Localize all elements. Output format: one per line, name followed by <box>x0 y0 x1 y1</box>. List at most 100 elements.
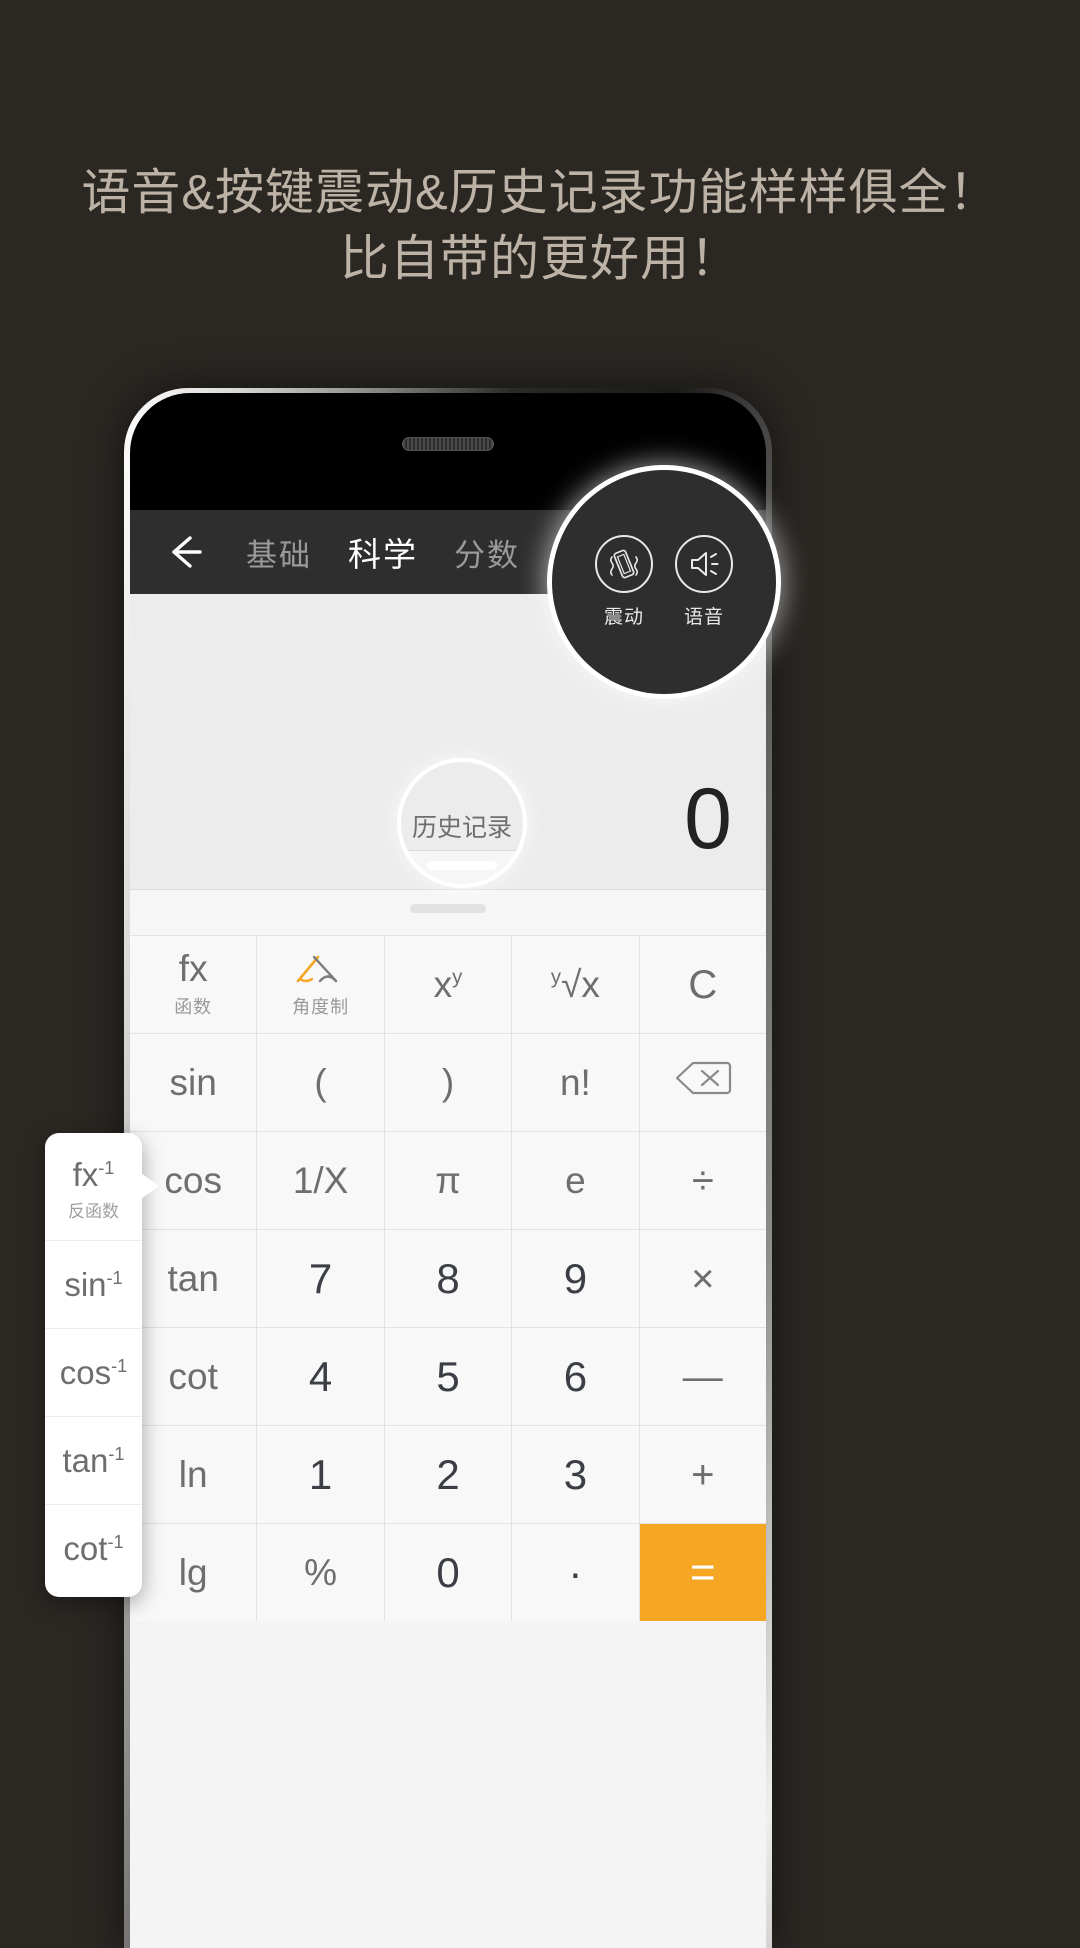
key-label: sin <box>169 1062 217 1103</box>
key-cot-r4c0[interactable]: cot <box>130 1328 257 1425</box>
inverse-item-label: sin-1 <box>64 1265 123 1303</box>
vibrate-label: 震动 <box>603 607 644 628</box>
key-5-r4c2[interactable]: 5 <box>384 1328 512 1425</box>
history-drag-strip[interactable] <box>130 890 766 936</box>
panel-pointer-icon <box>141 1173 159 1199</box>
inverse-item-label: tan-1 <box>62 1441 125 1479</box>
earpiece-icon <box>402 437 494 451</box>
key-sym-r3c4[interactable]: × <box>639 1230 766 1327</box>
key-sym-r5c4[interactable]: + <box>639 1426 766 1523</box>
key-label: tan <box>167 1258 219 1299</box>
key-9-r3c3[interactable]: 9 <box>512 1230 639 1327</box>
key-label: 9 <box>563 1254 588 1302</box>
key-label: 5 <box>436 1352 460 1400</box>
key-label: — <box>682 1354 723 1399</box>
key-fx-r0c0[interactable]: fx 函数 <box>130 936 257 1033</box>
history-spotlight[interactable]: 历史记录 <box>401 762 523 884</box>
app-screen: 基础 科学 分数 0 fx 函数 角度制 xy y√x Csin () n! cos 1/X π e ÷… <box>130 510 766 1948</box>
headline-line-2: 比自带的更好用！ <box>339 232 740 287</box>
tab-basic[interactable]: 基础 <box>246 530 312 575</box>
voice-tool[interactable]: 语音 <box>675 535 733 629</box>
key-sym-r1c1[interactable]: ( <box>257 1034 384 1131</box>
inverse-item-tan[interactable]: tan-1 <box>45 1417 142 1505</box>
key-label: ln <box>178 1454 208 1495</box>
key-e-r2c3[interactable]: e <box>512 1132 639 1229</box>
key-%-r6c1[interactable]: % <box>257 1524 384 1621</box>
key-sin-r1c0[interactable]: sin <box>130 1034 257 1131</box>
key-sym-r0c1[interactable]: 角度制 <box>257 936 384 1033</box>
tab-fraction[interactable]: 分数 <box>454 530 520 575</box>
key-label: xy <box>433 964 463 1005</box>
history-drag-handle-icon[interactable] <box>427 861 497 870</box>
toolbar-spotlight: 震动 语音 <box>552 470 776 694</box>
key-sym-r6c4[interactable]: = <box>639 1524 766 1621</box>
key-label: 1/X <box>292 1160 349 1201</box>
inverse-item-sin[interactable]: sin-1 <box>45 1241 142 1329</box>
voice-label: 语音 <box>683 607 724 628</box>
key-label: π <box>435 1160 461 1201</box>
key-label: cot <box>168 1356 218 1397</box>
key-c-r0c4[interactable]: C <box>639 936 766 1033</box>
key-label: 3 <box>563 1450 588 1498</box>
key-sublabel: 角度制 <box>292 996 350 1017</box>
key-label: C <box>688 962 718 1007</box>
key-sym-r2c4[interactable]: ÷ <box>639 1132 766 1229</box>
key-8-r3c2[interactable]: 8 <box>384 1230 512 1327</box>
promo-headline: 语音&按键震动&历史记录功能样样俱全！ 比自带的更好用！ <box>0 160 1080 292</box>
inverse-item-sublabel: 反函数 <box>68 1201 119 1221</box>
key-label: lg <box>178 1552 208 1593</box>
drag-handle-icon[interactable] <box>410 904 486 913</box>
inverse-item-label: cot-1 <box>63 1530 124 1567</box>
key-label: 6 <box>563 1352 588 1400</box>
key-label: ( <box>314 1062 327 1103</box>
key-tan-r3c0[interactable]: tan <box>130 1230 257 1327</box>
key-label: e <box>565 1160 586 1201</box>
inverse-item-fx[interactable]: fx-1 反函数 <box>45 1137 142 1241</box>
calculator-keypad: fx 函数 角度制 xy y√x Csin () n! cos 1/X π e ÷ tan 7 8 9 × cot 4… <box>130 936 766 1621</box>
key-label: 7 <box>308 1254 333 1302</box>
key-x-r0c3[interactable]: y√x <box>512 936 639 1033</box>
key-label: ) <box>441 1062 455 1103</box>
key-label: 8 <box>436 1254 460 1302</box>
key-backspaceicon-r1c4[interactable] <box>639 1034 766 1131</box>
key-sym-r4c4[interactable]: — <box>639 1328 766 1425</box>
key-label: + <box>691 1452 715 1497</box>
inverse-function-panel[interactable]: fx-1 反函数 sin-1 cos-1 tan-1 cot-1 <box>45 1133 159 1597</box>
key-lg-r6c0[interactable]: lg <box>130 1524 257 1621</box>
key-label: cos <box>164 1160 222 1201</box>
vibrate-icon[interactable] <box>595 535 653 593</box>
key-2-r5c2[interactable]: 2 <box>384 1426 512 1523</box>
back-arrow-icon[interactable] <box>160 527 210 577</box>
key-label: n! <box>559 1062 591 1103</box>
inverse-item-label: cos-1 <box>59 1353 128 1391</box>
inverse-item-cot[interactable]: cot-1 <box>45 1505 142 1593</box>
key-x-r0c2[interactable]: xy <box>384 936 512 1033</box>
key-sublabel: 函数 <box>174 997 213 1017</box>
key-label: · <box>568 1548 583 1596</box>
key-1x-r2c1[interactable]: 1/X <box>257 1132 384 1229</box>
key-sym-r2c2[interactable]: π <box>384 1132 512 1229</box>
angle-mode-icon <box>292 951 350 987</box>
key-label: fx <box>178 948 208 989</box>
key-1-r5c1[interactable]: 1 <box>257 1426 384 1523</box>
key-sym-r6c3[interactable]: · <box>512 1524 639 1621</box>
key-label: 2 <box>436 1450 460 1498</box>
backspace-icon <box>674 1058 732 1107</box>
inverse-item-cos[interactable]: cos-1 <box>45 1329 142 1417</box>
key-sym-r1c2[interactable]: ) <box>384 1034 512 1131</box>
key-4-r4c1[interactable]: 4 <box>257 1328 384 1425</box>
key-7-r3c1[interactable]: 7 <box>257 1230 384 1327</box>
key-3-r5c3[interactable]: 3 <box>512 1426 639 1523</box>
speaker-icon[interactable] <box>675 535 733 593</box>
history-label: 历史记录 <box>411 814 513 842</box>
vibrate-tool[interactable]: 震动 <box>595 535 653 629</box>
headline-line-1: 语音&按键震动&历史记录功能样样俱全！ <box>81 166 999 220</box>
tab-scientific[interactable]: 科学 <box>348 528 418 576</box>
key-ln-r5c0[interactable]: ln <box>130 1426 257 1523</box>
key-label: 4 <box>308 1352 333 1400</box>
key-n!-r1c3[interactable]: n! <box>512 1034 639 1131</box>
key-label: % <box>304 1552 338 1593</box>
key-0-r6c2[interactable]: 0 <box>384 1524 512 1621</box>
key-6-r4c3[interactable]: 6 <box>512 1328 639 1425</box>
display-result: 0 <box>684 771 732 867</box>
